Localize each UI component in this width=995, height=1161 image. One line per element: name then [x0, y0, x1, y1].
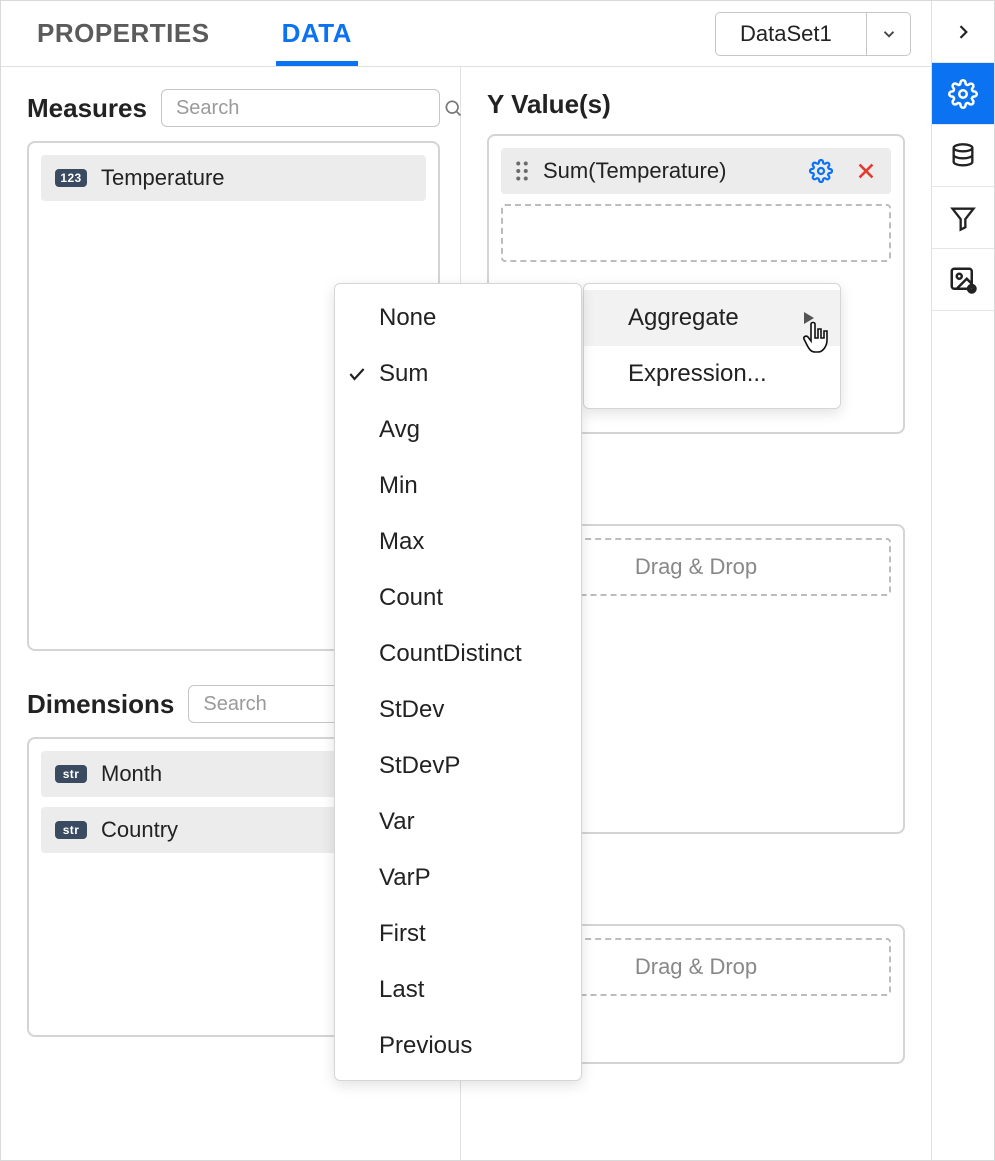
gear-icon	[948, 79, 978, 109]
dropzone-label: Drag & Drop	[635, 954, 757, 980]
measure-item[interactable]: 123 Temperature	[41, 155, 426, 201]
database-icon	[949, 142, 977, 170]
menu-item-label: None	[379, 304, 436, 332]
gear-icon[interactable]	[809, 159, 833, 183]
menu-item-label: StDev	[379, 696, 444, 724]
agg-option-var[interactable]: Var	[335, 794, 581, 850]
dataset-select[interactable]: DataSet1	[715, 12, 911, 56]
agg-option-first[interactable]: First	[335, 906, 581, 962]
close-icon[interactable]	[855, 160, 877, 182]
check-icon	[347, 364, 367, 384]
menu-item-label: Expression...	[628, 360, 767, 388]
agg-option-min[interactable]: Min	[335, 458, 581, 514]
submenu-arrow-icon	[782, 312, 814, 324]
number-type-badge: 123	[55, 169, 87, 187]
agg-option-stdev[interactable]: StDev	[335, 682, 581, 738]
image-settings-button[interactable]	[932, 249, 994, 311]
menu-item-label: Aggregate	[628, 304, 739, 332]
agg-option-countdistinct[interactable]: CountDistinct	[335, 626, 581, 682]
measures-title: Measures	[27, 93, 147, 124]
menu-item-label: Min	[379, 472, 418, 500]
agg-option-sum[interactable]: Sum	[335, 346, 581, 402]
dropzone-label: Drag & Drop	[635, 554, 757, 580]
menu-item-label: Avg	[379, 416, 420, 444]
menu-item-label: Last	[379, 976, 424, 1004]
agg-option-last[interactable]: Last	[335, 962, 581, 1018]
menu-item-expression[interactable]: Expression...	[584, 346, 840, 402]
yvalues-title: Y Value(s)	[487, 89, 611, 120]
menu-item-label: Count	[379, 584, 443, 612]
filter-icon	[949, 204, 977, 232]
aggregate-submenu[interactable]: None Sum Avg Min Max Count CountDistinct…	[334, 283, 582, 1081]
menu-item-label: Sum	[379, 360, 428, 388]
yvalue-item[interactable]: Sum(Temperature)	[501, 148, 891, 194]
tab-properties[interactable]: PROPERTIES	[31, 4, 216, 66]
yvalue-label: Sum(Temperature)	[543, 158, 795, 184]
dimensions-title: Dimensions	[27, 689, 174, 720]
agg-option-none[interactable]: None	[335, 290, 581, 346]
menu-item-aggregate[interactable]: Aggregate	[584, 290, 840, 346]
grip-icon[interactable]	[515, 161, 529, 181]
panel-collapse-button[interactable]	[932, 1, 994, 63]
agg-option-max[interactable]: Max	[335, 514, 581, 570]
agg-option-varp[interactable]: VarP	[335, 850, 581, 906]
data-panel-button[interactable]	[932, 125, 994, 187]
properties-panel-button[interactable]	[932, 63, 994, 125]
filter-panel-button[interactable]	[932, 187, 994, 249]
chevron-right-icon	[953, 22, 973, 42]
menu-item-label: First	[379, 920, 426, 948]
tab-data[interactable]: DATA	[276, 4, 358, 66]
menu-item-label: Var	[379, 808, 415, 836]
agg-option-count[interactable]: Count	[335, 570, 581, 626]
menu-item-label: StDevP	[379, 752, 460, 780]
agg-option-previous[interactable]: Previous	[335, 1018, 581, 1074]
chevron-down-icon	[866, 13, 910, 55]
measures-search-input[interactable]	[174, 96, 443, 121]
search-icon	[443, 98, 463, 118]
agg-option-avg[interactable]: Avg	[335, 402, 581, 458]
image-gear-icon	[948, 265, 978, 295]
string-type-badge: str	[55, 821, 87, 839]
dataset-selected-label: DataSet1	[716, 21, 866, 47]
yvalue-settings-menu[interactable]: Aggregate Expression...	[583, 283, 841, 409]
agg-option-stdevp[interactable]: StDevP	[335, 738, 581, 794]
menu-item-label: Previous	[379, 1032, 472, 1060]
yvalues-dropzone[interactable]: Drag & Drop	[501, 204, 891, 262]
menu-item-label: VarP	[379, 864, 431, 892]
measures-search[interactable]	[161, 89, 440, 127]
string-type-badge: str	[55, 765, 87, 783]
menu-item-label: Max	[379, 528, 424, 556]
measure-label: Temperature	[101, 165, 412, 191]
menu-item-label: CountDistinct	[379, 640, 522, 668]
